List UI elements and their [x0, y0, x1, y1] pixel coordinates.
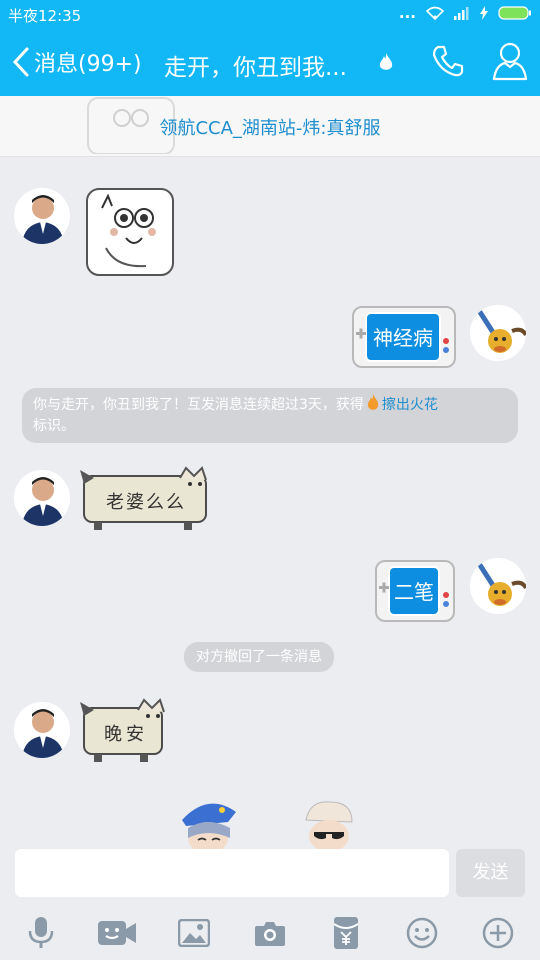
avatar-self[interactable]: [470, 558, 526, 614]
more-dots-icon: ...: [398, 4, 416, 22]
flame-icon: [379, 53, 393, 70]
spark-link[interactable]: 擦出火花: [382, 397, 438, 413]
camera-button[interactable]: [250, 915, 290, 951]
sticker-wife-text: 老婆么么: [106, 492, 186, 513]
red-packet-button[interactable]: [326, 915, 366, 951]
image-icon: [178, 919, 210, 947]
sticker-night-text: 晚安: [104, 724, 148, 745]
wifi-icon: [426, 6, 444, 20]
video-button[interactable]: [97, 915, 137, 951]
chevron-left-icon: [12, 47, 29, 77]
avatar-friend[interactable]: [14, 470, 70, 526]
system-spark-text: 你与走开，你丑到我了！互发消息连续超过3天，获得: [33, 397, 364, 413]
system-spark-suffix: 标识。: [33, 418, 75, 434]
microphone-icon: [28, 917, 54, 948]
plus-icon: [482, 917, 514, 949]
sticker-face-message[interactable]: [86, 188, 174, 282]
camera-icon: [255, 922, 285, 946]
phone-icon[interactable]: [430, 43, 466, 79]
battery-icon: [498, 6, 531, 20]
message-input[interactable]: [15, 849, 449, 897]
plus-button[interactable]: [478, 915, 518, 951]
video-icon: [98, 921, 136, 945]
bottom-toolbar: [0, 905, 540, 960]
friend-avatar-image: [14, 702, 70, 758]
cartoon-face-sticker: [86, 188, 174, 276]
status-bar: 半夜12:35 ...: [0, 0, 540, 28]
self-avatar-image: [470, 305, 526, 361]
system-message-spark: 你与走开，你丑到我了！互发消息连续超过3天，获得 擦出火花标识。: [22, 388, 518, 443]
sticker-nerve-message[interactable]: 神经病: [352, 306, 456, 372]
sticker-night-message[interactable]: 晚安: [80, 698, 166, 768]
emoji-button[interactable]: [402, 915, 442, 951]
avatar-friend[interactable]: [14, 702, 70, 758]
sticker-nerve-text: 神经病: [373, 326, 433, 350]
signal-icon: [454, 7, 469, 20]
spark-flame-icon: [367, 394, 379, 410]
image-button[interactable]: [174, 915, 214, 951]
system-message-recall: 对方撤回了一条消息: [184, 642, 334, 672]
voice-button[interactable]: [21, 915, 61, 951]
profile-icon[interactable]: [492, 41, 528, 81]
peeking-character-left: [182, 803, 236, 850]
sticker-erbi-message[interactable]: 二笔: [375, 560, 455, 626]
red-packet-icon: [333, 917, 359, 949]
avatar-self[interactable]: [470, 305, 526, 361]
title-bar: 消息(99+) 走开，你丑到我...: [0, 28, 540, 96]
group-banner[interactable]: 领航CCA_湖南站-炜:真舒服: [0, 96, 540, 157]
send-button[interactable]: 发送: [456, 849, 525, 897]
sticker-erbi-text: 二笔: [394, 580, 434, 604]
status-icons: ...: [399, 4, 532, 22]
friend-avatar-image: [14, 188, 70, 244]
emoji-icon: [406, 917, 438, 949]
status-time: 半夜12:35: [8, 7, 82, 25]
banner-text: 领航CCA_湖南站-炜:真舒服: [159, 118, 381, 139]
avatar-friend[interactable]: [14, 188, 70, 244]
chat-title: 走开，你丑到我...: [164, 55, 347, 81]
charging-icon: [480, 6, 488, 20]
sticker-wife-message[interactable]: 老婆么么: [80, 466, 210, 536]
back-button[interactable]: 消息(99+): [12, 46, 142, 78]
self-avatar-image: [470, 558, 526, 614]
peeking-character-right: [305, 801, 353, 850]
back-label: 消息(99+): [34, 52, 142, 77]
friend-avatar-image: [14, 470, 70, 526]
